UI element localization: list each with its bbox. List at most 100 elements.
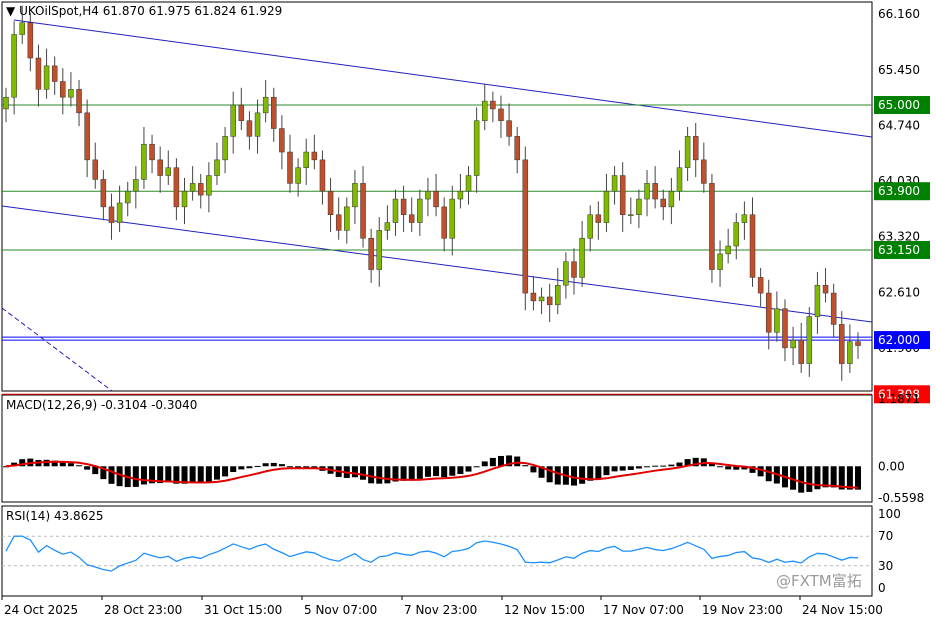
collapse-triangle-icon[interactable]: ▼ (6, 4, 15, 18)
candle-body[interactable] (839, 324, 845, 364)
candle-body[interactable] (319, 159, 326, 192)
candle-body[interactable] (214, 159, 220, 176)
candle-body[interactable] (124, 190, 131, 204)
candle-body[interactable] (108, 206, 115, 223)
candle-body[interactable] (116, 202, 123, 223)
candle-body[interactable] (335, 214, 342, 231)
candle-body[interactable] (522, 159, 529, 294)
candle-body[interactable] (400, 198, 407, 215)
candle-body[interactable] (830, 292, 837, 325)
price-chart[interactable]: 66.16065.45064.74064.03063.32062.61061.9… (0, 0, 936, 624)
candle-body[interactable] (749, 214, 756, 278)
candle-body[interactable] (417, 198, 423, 223)
candle-body[interactable] (181, 190, 188, 208)
candle-body[interactable] (51, 65, 58, 82)
candle-body[interactable] (555, 284, 561, 306)
candle-body[interactable] (352, 183, 358, 208)
candle-body[interactable] (376, 230, 383, 270)
candle-body[interactable] (603, 190, 610, 223)
candle-body[interactable] (855, 341, 861, 346)
candle-body[interactable] (92, 159, 99, 180)
candle-body[interactable] (563, 261, 569, 286)
candle-body[interactable] (652, 183, 658, 200)
candle-body[interactable] (133, 179, 139, 192)
candle-body[interactable] (3, 96, 9, 110)
candle-body[interactable] (481, 100, 488, 121)
candle-body[interactable] (449, 198, 456, 239)
candle-body[interactable] (514, 136, 520, 161)
candle-body[interactable] (628, 214, 634, 216)
candle-body[interactable] (425, 190, 431, 200)
candle-body[interactable] (790, 339, 796, 349)
candle-body[interactable] (595, 214, 602, 223)
candle-body[interactable] (660, 198, 667, 208)
candle-body[interactable] (392, 198, 399, 223)
candle-body[interactable] (757, 277, 764, 294)
candle-body[interactable] (579, 237, 585, 278)
candle-body[interactable] (141, 143, 147, 180)
candle-body[interactable] (68, 89, 74, 98)
candle-body[interactable] (173, 167, 180, 208)
candle-body[interactable] (465, 175, 472, 192)
candle-body[interactable] (43, 65, 50, 90)
candle-body[interactable] (676, 167, 683, 192)
candle-body[interactable] (206, 175, 212, 196)
candle-body[interactable] (798, 339, 804, 364)
candle-body[interactable] (27, 22, 34, 59)
candle-body[interactable] (619, 175, 626, 215)
candle-body[interactable] (611, 175, 618, 192)
candle-body[interactable] (11, 34, 17, 98)
candle-body[interactable] (847, 341, 853, 364)
candle-body[interactable] (457, 190, 464, 200)
candle-body[interactable] (684, 136, 691, 168)
candle-body[interactable] (441, 206, 447, 239)
chart-canvas[interactable]: 66.16065.45064.74064.03063.32062.61061.9… (0, 0, 936, 624)
candle-body[interactable] (433, 190, 439, 208)
candle-body[interactable] (295, 167, 301, 184)
candle-body[interactable] (279, 128, 285, 153)
candle-body[interactable] (571, 261, 577, 278)
candle-body[interactable] (19, 22, 25, 35)
candle-body[interactable] (238, 104, 245, 121)
candle-body[interactable] (725, 245, 731, 255)
channel-lower-line[interactable] (1, 205, 873, 323)
candle-body[interactable] (303, 151, 309, 168)
candle-body[interactable] (774, 308, 780, 333)
candle-body[interactable] (587, 214, 593, 239)
candle-body[interactable] (546, 296, 553, 306)
candle-body[interactable] (165, 167, 172, 176)
candle-body[interactable] (717, 253, 723, 270)
candle-body[interactable] (498, 108, 504, 121)
candle-body[interactable] (149, 143, 155, 161)
candle-body[interactable] (806, 316, 813, 364)
candle-body[interactable] (408, 214, 415, 223)
candle-body[interactable] (822, 284, 829, 294)
channel-dashed-line[interactable] (1, 307, 113, 392)
candle-body[interactable] (76, 89, 82, 114)
candle-body[interactable] (246, 120, 253, 137)
candle-body[interactable] (197, 183, 204, 196)
candle-body[interactable] (157, 159, 163, 176)
candle-body[interactable] (644, 183, 650, 200)
candle-body[interactable] (254, 112, 261, 137)
candle-body[interactable] (262, 96, 269, 114)
candle-body[interactable] (741, 214, 748, 223)
candle-body[interactable] (84, 112, 90, 161)
candle-body[interactable] (360, 183, 366, 239)
channel-upper-line[interactable] (13, 19, 873, 138)
candle-body[interactable] (709, 183, 715, 270)
candle-body[interactable] (636, 198, 642, 215)
candle-body[interactable] (271, 96, 277, 129)
candle-body[interactable] (60, 81, 66, 98)
candle-body[interactable] (668, 190, 675, 208)
candle-body[interactable] (538, 296, 545, 302)
candle-body[interactable] (733, 222, 740, 247)
candle-body[interactable] (506, 120, 512, 137)
candle-body[interactable] (384, 222, 391, 231)
candle-body[interactable] (327, 190, 334, 215)
candle-body[interactable] (368, 237, 374, 270)
candle-body[interactable] (100, 179, 107, 208)
candle-body[interactable] (701, 159, 707, 184)
candle-body[interactable] (344, 206, 350, 231)
candle-body[interactable] (230, 104, 236, 137)
